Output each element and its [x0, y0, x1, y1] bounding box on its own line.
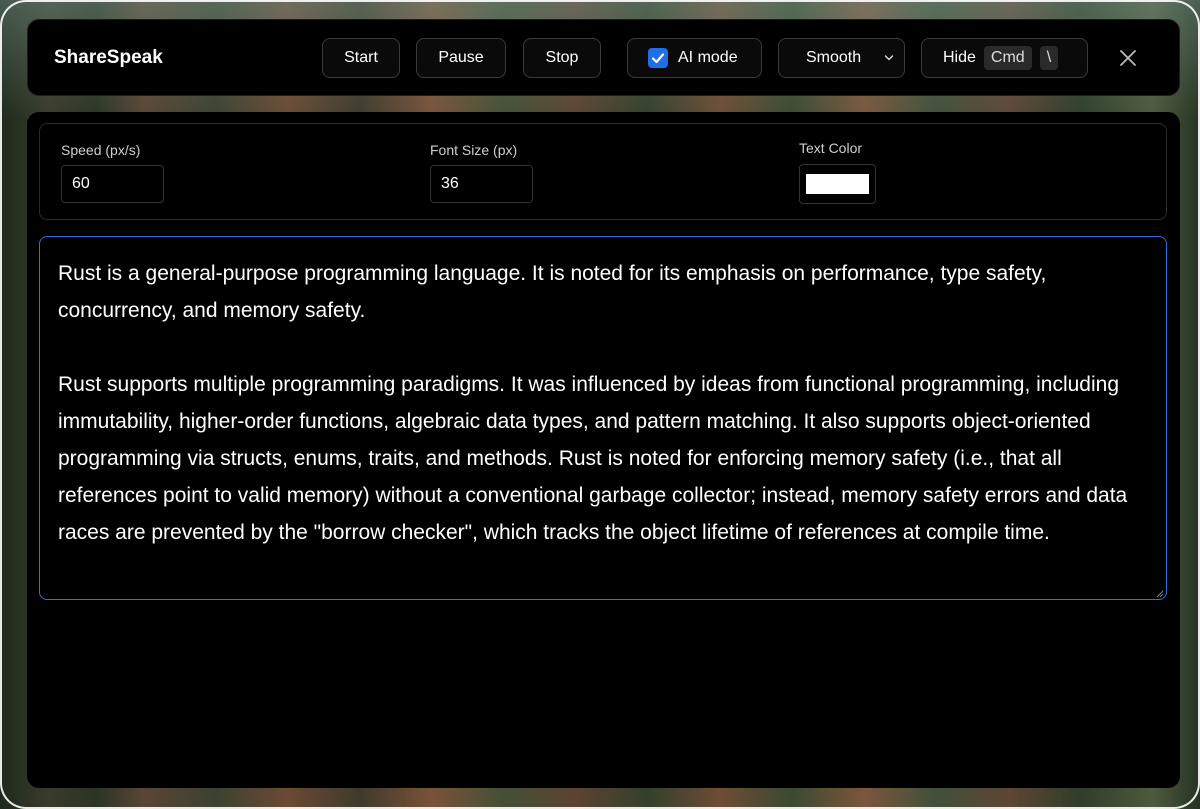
- font-size-input[interactable]: [430, 165, 533, 203]
- main-panel: Speed (px/s) Font Size (px) Text Color R…: [27, 112, 1180, 788]
- text-color-label: Text Color: [799, 140, 863, 156]
- ai-mode-checkbox[interactable]: [648, 48, 668, 68]
- text-color-swatch: [806, 174, 869, 194]
- speed-label: Speed (px/s): [61, 142, 141, 158]
- ai-mode-label: AI mode: [678, 49, 738, 66]
- scroll-mode-value: Smooth: [806, 49, 862, 66]
- shortcut-key-backslash: \: [1039, 46, 1059, 70]
- toolbar: ShareSpeak Start Pause Stop AI mode Smoo…: [27, 19, 1180, 96]
- script-textarea[interactable]: Rust is a general-purpose programming la…: [39, 236, 1167, 600]
- app-title: ShareSpeak: [54, 47, 163, 68]
- ai-mode-toggle[interactable]: AI mode: [627, 38, 762, 78]
- font-size-label: Font Size (px): [430, 142, 518, 158]
- shortcut-key-cmd: Cmd: [983, 46, 1032, 70]
- scroll-mode-select[interactable]: Smooth: [778, 38, 905, 78]
- pause-button[interactable]: Pause: [416, 38, 506, 78]
- chevron-down-icon: [884, 55, 894, 61]
- speed-input[interactable]: [61, 165, 164, 203]
- resize-grip-icon[interactable]: [1156, 590, 1164, 598]
- close-icon[interactable]: [1117, 47, 1139, 69]
- text-color-picker[interactable]: [799, 164, 876, 204]
- start-button[interactable]: Start: [322, 38, 400, 78]
- hide-label: Hide: [943, 49, 976, 66]
- hide-button[interactable]: Hide Cmd \: [921, 38, 1088, 78]
- settings-box: Speed (px/s) Font Size (px) Text Color: [39, 123, 1167, 220]
- stop-button[interactable]: Stop: [523, 38, 601, 78]
- check-icon: [651, 53, 665, 64]
